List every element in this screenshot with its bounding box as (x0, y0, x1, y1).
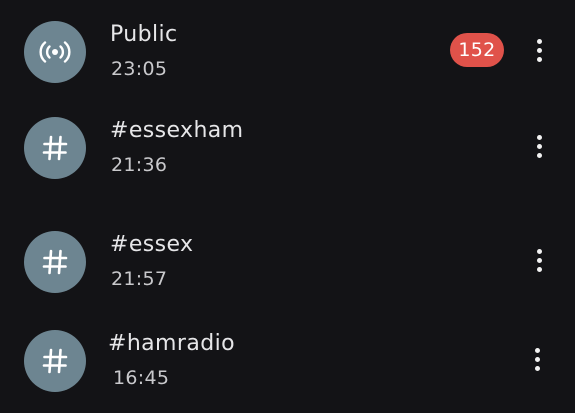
channel-row-hamradio[interactable]: #hamradio 16:45 (0, 313, 575, 401)
channel-time: 21:36 (111, 154, 168, 176)
more-options-icon[interactable] (522, 339, 552, 379)
hashtag-icon (24, 330, 86, 392)
channel-name: Public (110, 22, 178, 47)
channel-time: 23:05 (111, 58, 168, 80)
channel-name: #essexham (110, 118, 244, 143)
channel-time: 16:45 (113, 367, 170, 389)
more-options-icon[interactable] (524, 240, 554, 280)
channel-row-essexham[interactable]: #essexham 21:36 (0, 100, 575, 188)
channel-row-public[interactable]: Public 23:05 152 (0, 4, 575, 92)
more-options-icon[interactable] (524, 126, 554, 166)
hashtag-icon (24, 231, 86, 293)
channel-time: 21:57 (111, 268, 168, 290)
channel-list: Public 23:05 152 #essexham 21:36 #essex … (0, 0, 575, 413)
channel-row-essex[interactable]: #essex 21:57 (0, 214, 575, 302)
channel-name: #hamradio (108, 331, 235, 356)
hashtag-icon (24, 117, 86, 179)
more-options-icon[interactable] (524, 30, 554, 70)
unread-badge: 152 (450, 33, 504, 67)
channel-name: #essex (110, 232, 194, 257)
broadcast-icon (24, 21, 86, 83)
